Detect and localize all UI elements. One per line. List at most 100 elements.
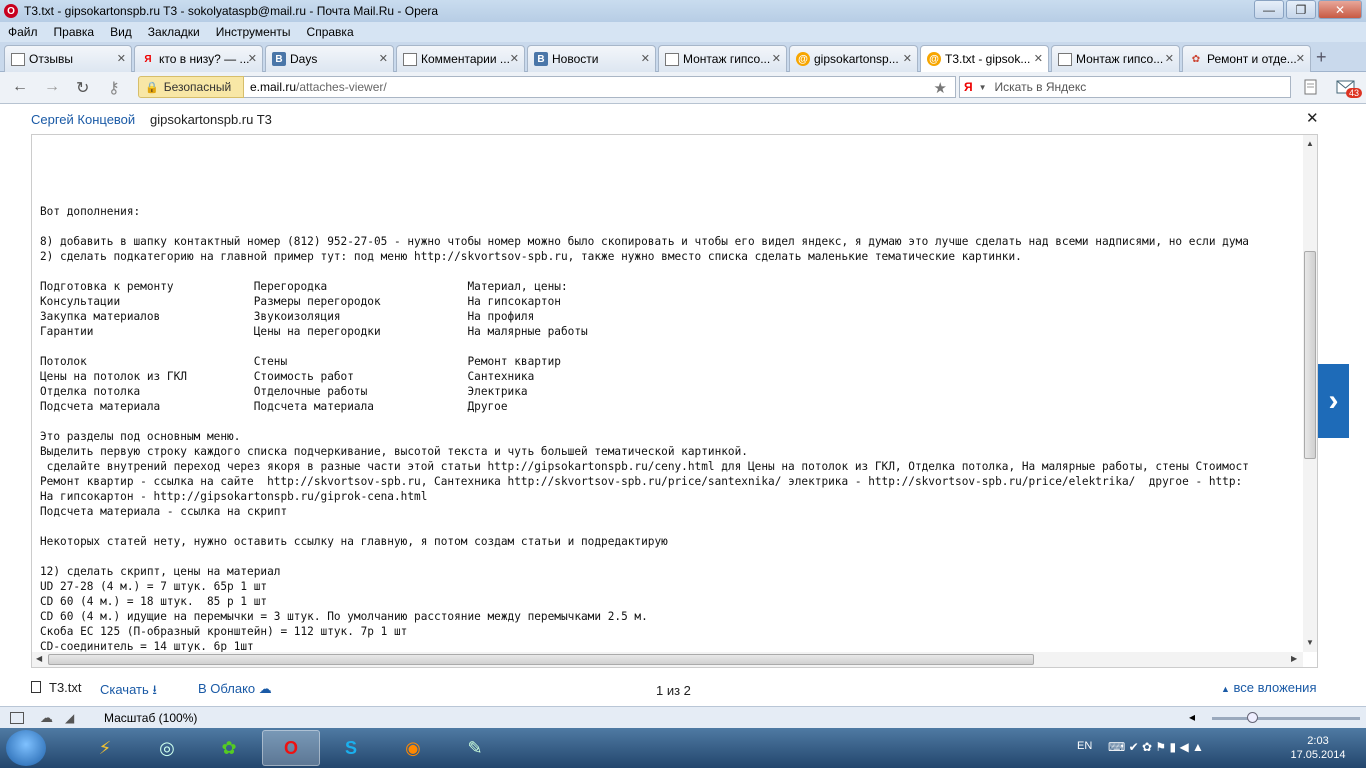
notepad-icon[interactable]: ✎ (446, 730, 504, 766)
horizontal-scroll-thumb[interactable] (48, 654, 1034, 665)
page-icon (1058, 52, 1072, 66)
mail-count-badge: 43 (1346, 88, 1363, 98)
mail-ru-icon: @ (796, 52, 810, 66)
menu-edit[interactable]: Правка (46, 25, 103, 39)
file-name-label: T3.txt (49, 680, 82, 695)
reload-icon[interactable]: ↻ (76, 78, 89, 98)
url-domain: e.mail.ru (250, 80, 297, 94)
text-line: Некоторых статей нету, нужно оставить сс… (40, 535, 668, 548)
tab-close-icon[interactable]: ✕ (379, 52, 388, 65)
all-attachments-link[interactable]: ▲ все вложения (1221, 680, 1316, 695)
close-viewer-icon[interactable]: ✕ (1306, 109, 1319, 127)
tray-icons[interactable]: ⌨ ✔ ✿ ⚑ ▮ ◀ ▲ (1108, 740, 1204, 754)
zoom-slider[interactable] (1212, 717, 1360, 720)
menu-tools[interactable]: Инструменты (208, 25, 299, 39)
tab-novosti[interactable]: B Новости ✕ (527, 45, 656, 72)
scroll-up-icon[interactable]: ▲ (1306, 139, 1314, 148)
horizontal-scrollbar[interactable]: ◀ ▶ (32, 652, 1303, 667)
tab-close-icon[interactable]: ✕ (772, 52, 781, 65)
menu-bar: Файл Правка Вид Закладки Инструменты Спр… (0, 22, 1366, 42)
tab-label: T3.txt - gipsok... (945, 52, 1031, 66)
menu-file[interactable]: Файл (0, 25, 46, 39)
cloud-sync-icon[interactable]: ☁ (40, 710, 53, 726)
close-window-button[interactable]: ✕ (1318, 0, 1362, 19)
file-icon (31, 681, 41, 693)
page-icon (11, 52, 25, 66)
text-line (40, 339, 1249, 354)
winamp-icon[interactable]: ⚡ (76, 730, 134, 766)
text-line: Вот дополнения: (40, 205, 141, 218)
tab-otzyvy[interactable]: Отзывы ✕ (4, 45, 132, 72)
language-indicator[interactable]: EN (1077, 740, 1092, 752)
system-clock[interactable]: 2:03 17.05.2014 (1282, 734, 1354, 762)
tab-montazh-2[interactable]: Монтаж гипсо... ✕ (1051, 45, 1180, 72)
next-attachment-button[interactable]: › (1318, 364, 1349, 438)
menu-help[interactable]: Справка (299, 25, 362, 39)
url-field[interactable]: e.mail.ru/attaches-viewer/ ★ (244, 76, 956, 98)
panel-toggle-icon[interactable] (10, 711, 24, 724)
text-line: Цены на потолок из ГКЛ Стоимость работ С… (40, 370, 535, 383)
new-tab-plus-icon[interactable]: + (1316, 47, 1327, 68)
tab-gipsokartonspb[interactable]: @ gipsokartonsp... ✕ (789, 45, 918, 72)
page-tools-icon[interactable] (1302, 78, 1320, 96)
mail-ru-icon: @ (927, 52, 941, 66)
save-to-cloud-link[interactable]: В Облако ☁ (198, 681, 272, 697)
tab-close-icon[interactable]: ✕ (248, 52, 257, 65)
download-link[interactable]: Скачать ⭳ (100, 681, 157, 703)
tab-close-icon[interactable]: ✕ (1034, 52, 1043, 65)
tab-montazh-1[interactable]: Монтаж гипсо... ✕ (658, 45, 787, 72)
tab-close-icon[interactable]: ✕ (903, 52, 912, 65)
tab-close-icon[interactable]: ✕ (117, 52, 126, 65)
search-field[interactable]: Я ▼ Искать в Яндекс (959, 76, 1291, 98)
skype-icon[interactable]: S (322, 730, 380, 766)
opera-logo-icon: O (4, 4, 18, 18)
scroll-left-icon[interactable]: ◀ (36, 654, 42, 663)
text-line (40, 549, 1249, 564)
minimize-button[interactable]: — (1254, 0, 1284, 19)
tab-days[interactable]: B Days ✕ (265, 45, 394, 72)
tab-close-icon[interactable]: ✕ (641, 52, 650, 65)
cloud-label: В Облако (198, 681, 256, 696)
tab-kommentarii[interactable]: Комментарии ... ✕ (396, 45, 525, 72)
opera-taskbar-icon[interactable]: O (262, 730, 320, 766)
text-line: UD 27-28 (4 м.) = 7 штук. 65р 1 шт (40, 580, 268, 593)
vertical-scrollbar[interactable]: ▲ ▼ (1303, 135, 1317, 652)
vertical-scroll-thumb[interactable] (1304, 251, 1316, 459)
url-path: /attaches-viewer/ (296, 80, 387, 94)
media-player-icon[interactable]: ◎ (138, 730, 196, 766)
text-line: Консультации Размеры перегородок На гипс… (40, 295, 561, 308)
scroll-down-icon[interactable]: ▼ (1306, 638, 1314, 647)
tab-close-icon[interactable]: ✕ (1165, 52, 1174, 65)
tab-t3-txt[interactable]: @ T3.txt - gipsok... ✕ (920, 45, 1049, 72)
maximize-button[interactable]: ❐ (1286, 0, 1316, 19)
forward-arrow-icon[interactable]: → (44, 78, 60, 96)
text-line: Потолок Стены Ремонт квартир (40, 355, 561, 368)
zoom-slider-knob[interactable] (1247, 712, 1258, 723)
scroll-right-icon[interactable]: ▶ (1291, 654, 1297, 663)
chevron-down-icon[interactable]: ▼ (979, 83, 987, 92)
text-line: Подсчета материала Подсчета материала Др… (40, 400, 508, 413)
zoom-fit-icon[interactable]: ◂ (1189, 710, 1195, 724)
tab-remont[interactable]: ✿ Ремонт и отде... ✕ (1182, 45, 1311, 72)
tab-label: gipsokartonsp... (814, 52, 899, 66)
icq-icon[interactable]: ✿ (200, 730, 258, 766)
firefox-icon[interactable]: ◉ (384, 730, 442, 766)
tab-kto-v-nizu[interactable]: Я кто в низу? — ... ✕ (134, 45, 263, 72)
tab-label: кто в низу? — ... (159, 52, 250, 66)
sender-link[interactable]: Сергей Концевой (31, 112, 135, 127)
tab-close-icon[interactable]: ✕ (510, 52, 519, 65)
back-arrow-icon[interactable]: ← (12, 78, 28, 96)
key-icon[interactable]: ⚷ (108, 78, 120, 98)
menu-view[interactable]: Вид (102, 25, 140, 39)
bookmark-star-icon[interactable]: ★ (934, 79, 947, 97)
page-icon (665, 52, 679, 66)
attachment-text-frame: Вот дополнения: 8) добавить в шапку конта… (31, 134, 1318, 668)
start-button[interactable] (6, 730, 46, 766)
download-arrow-icon: ⭳ (152, 682, 157, 697)
view-icon[interactable]: ◢ (65, 711, 74, 725)
menu-bookmarks[interactable]: Закладки (140, 25, 208, 39)
attachment-pager: 1 из 2 (656, 683, 691, 698)
tab-close-icon[interactable]: ✕ (1296, 52, 1305, 65)
tab-label: Новости (552, 52, 599, 66)
security-badge[interactable]: 🔒 Безопасный (138, 76, 244, 98)
